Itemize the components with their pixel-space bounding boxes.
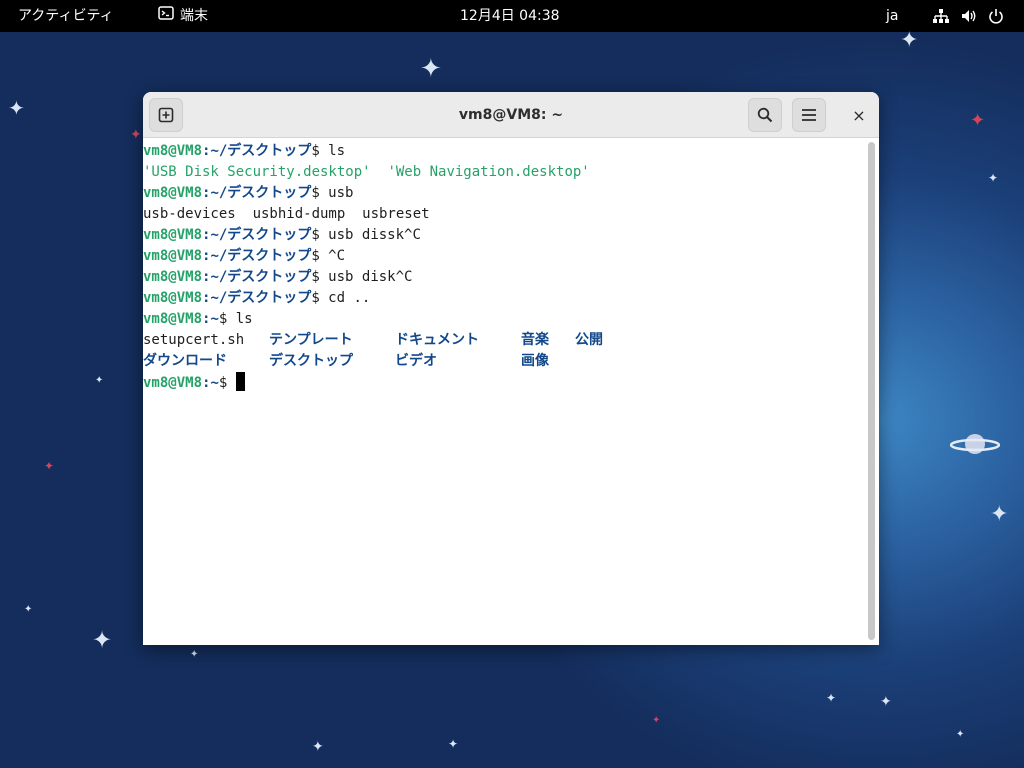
directory-entry: 画像 <box>521 353 549 369</box>
command-text: $ <box>218 375 236 391</box>
directory-entry: ダウンロード <box>143 353 227 369</box>
command-text: $ ^C <box>311 248 346 264</box>
command-text: $ ls <box>218 311 253 327</box>
star-decoration: ✦ <box>900 28 919 53</box>
star-decoration: ✦ <box>988 171 999 185</box>
directory-entry: ビデオ <box>395 353 437 369</box>
vertical-scrollbar[interactable] <box>868 142 875 640</box>
menu-button[interactable] <box>792 98 826 132</box>
prompt-path: :~/デスクトップ <box>202 227 312 243</box>
star-decoration: ✦ <box>312 739 324 755</box>
planet-decoration <box>950 434 1000 454</box>
command-text: $ cd .. <box>311 290 371 306</box>
terminal-line: vm8@VM8:~/デスクトップ$ usb <box>143 183 865 204</box>
star-decoration: ✦ <box>956 729 965 740</box>
directory-entry: 音楽 <box>521 332 549 348</box>
directory-entry: テンプレート <box>269 332 353 348</box>
search-button[interactable] <box>748 98 782 132</box>
directory-entry: デスクトップ <box>269 353 353 369</box>
terminal-line: ダウンロード デスクトップ ビデオ 画像 <box>143 351 865 372</box>
star-decoration: ✦ <box>92 626 113 654</box>
volume-icon <box>960 8 978 24</box>
star-decoration: ✦ <box>970 110 986 131</box>
star-decoration: ✦ <box>652 715 661 726</box>
network-icon <box>932 8 950 24</box>
close-icon: × <box>852 105 866 125</box>
star-decoration: ✦ <box>826 691 837 705</box>
command-text: $ usb disk^C <box>311 269 413 285</box>
activities-button[interactable]: アクティビティ <box>18 0 114 32</box>
star-decoration: ✦ <box>420 54 442 84</box>
prompt-path: :~/デスクトップ <box>202 290 312 306</box>
file-entry: 'Web Navigation.desktop' <box>387 164 590 180</box>
window-header[interactable]: vm8@VM8: ~ × <box>143 92 879 138</box>
star-decoration: ✦ <box>448 737 459 751</box>
app-name-label: 端末 <box>180 8 208 24</box>
prompt-user: vm8@VM8 <box>143 248 203 264</box>
prompt-path: :~ <box>202 375 219 391</box>
clock-button[interactable]: 12月4日 04:38 <box>460 0 560 32</box>
terminal-line: vm8@VM8:~/デスクトップ$ cd .. <box>143 288 865 309</box>
prompt-user: vm8@VM8 <box>143 227 203 243</box>
star-decoration: ✦ <box>8 96 25 120</box>
directory-entry: 公開 <box>575 332 603 348</box>
close-button[interactable]: × <box>845 101 873 129</box>
prompt-path: :~ <box>202 311 219 327</box>
terminal-line: vm8@VM8:~$ <box>143 372 865 393</box>
file-entry: 'USB Disk Security.desktop' <box>143 164 371 180</box>
terminal-line: vm8@VM8:~$ ls <box>143 309 865 330</box>
terminal-app-icon <box>158 0 174 32</box>
prompt-path: :~/デスクトップ <box>202 248 312 264</box>
power-icon <box>988 8 1004 24</box>
prompt-user: vm8@VM8 <box>143 269 203 285</box>
star-decoration: ✦ <box>880 694 892 710</box>
star-decoration: ✦ <box>190 649 199 660</box>
file-entry: setupcert.sh <box>143 332 245 348</box>
prompt-user: vm8@VM8 <box>143 143 203 159</box>
text-cursor <box>235 372 245 391</box>
directory-entry: ドキュメント <box>395 332 479 348</box>
star-decoration: ✦ <box>95 375 104 386</box>
terminal-line: vm8@VM8:~/デスクトップ$ usb disk^C <box>143 267 865 288</box>
new-tab-button[interactable] <box>149 98 183 132</box>
command-text: $ usb dissk^C <box>311 227 421 243</box>
star-decoration: ✦ <box>990 502 1009 527</box>
prompt-user: vm8@VM8 <box>143 375 203 391</box>
prompt-user: vm8@VM8 <box>143 185 203 201</box>
prompt-path: :~/デスクトップ <box>202 269 312 285</box>
prompt-path: :~/デスクトップ <box>202 185 312 201</box>
command-text: $ usb <box>311 185 354 201</box>
prompt-user: vm8@VM8 <box>143 311 203 327</box>
terminal-line: vm8@VM8:~/デスクトップ$ ^C <box>143 246 865 267</box>
terminal-line: usb-devices usbhid-dump usbreset <box>143 206 430 222</box>
input-language-button[interactable]: ja <box>886 0 898 32</box>
terminal-line: vm8@VM8:~/デスクトップ$ usb dissk^C <box>143 225 865 246</box>
command-text: $ ls <box>311 143 346 159</box>
star-decoration: ✦ <box>130 127 142 143</box>
system-menu-button[interactable] <box>932 0 1004 32</box>
terminal-line: vm8@VM8:~/デスクトップ$ ls <box>143 141 865 162</box>
prompt-user: vm8@VM8 <box>143 290 203 306</box>
new-tab-icon <box>158 107 174 123</box>
star-decoration: ✦ <box>44 459 55 473</box>
search-icon <box>757 107 773 123</box>
prompt-path: :~/デスクトップ <box>202 143 312 159</box>
hamburger-menu-icon <box>802 109 816 121</box>
top-bar: アクティビティ 端末 12月4日 04:38 ja <box>0 0 1024 32</box>
terminal-window[interactable]: vm8@VM8: ~ × vm8@VM8:~/デスクトップ$ ls 'USB D… <box>143 92 879 645</box>
terminal-line: 'USB Disk Security.desktop' 'Web Navigat… <box>143 162 865 183</box>
app-menu-button[interactable]: 端末 <box>158 0 208 32</box>
terminal-line: setupcert.sh テンプレート ドキュメント 音楽 公開 <box>143 330 865 351</box>
star-decoration: ✦ <box>24 604 33 615</box>
terminal-output[interactable]: vm8@VM8:~/デスクトップ$ ls 'USB Disk Security.… <box>143 139 865 645</box>
